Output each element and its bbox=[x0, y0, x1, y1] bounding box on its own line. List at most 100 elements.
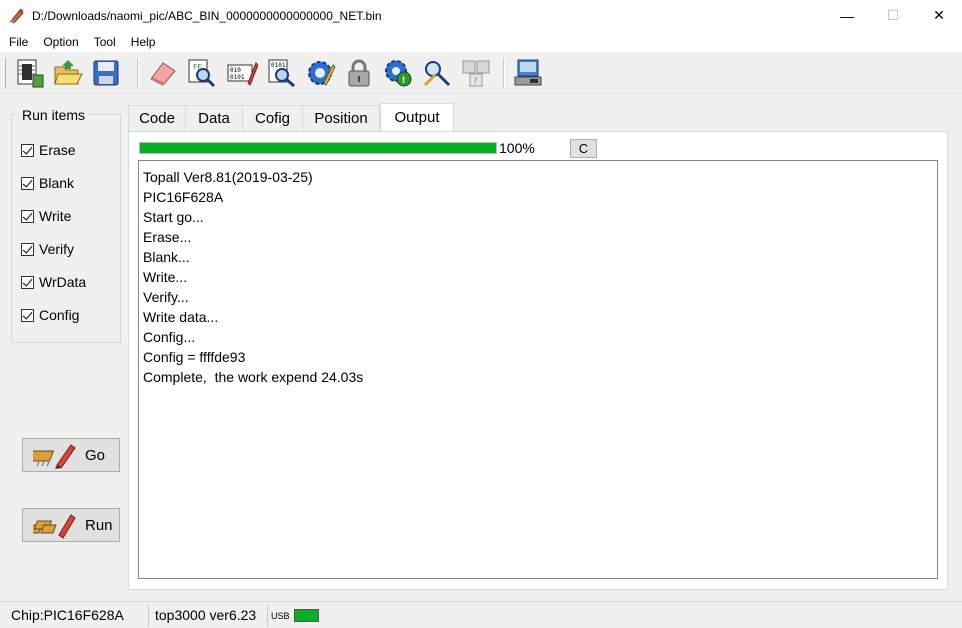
go-label: Go bbox=[85, 446, 106, 464]
maximize-button[interactable]: ☐ bbox=[870, 0, 916, 31]
app-icon bbox=[9, 8, 24, 24]
output-line: Erase... bbox=[143, 229, 192, 245]
output-line: Blank... bbox=[143, 249, 190, 265]
run-label: Run bbox=[85, 516, 113, 534]
blank-check-button[interactable]: FF bbox=[184, 56, 218, 90]
checkbox-config[interactable]: Config bbox=[21, 307, 79, 323]
checkbox-wrdata[interactable]: WrData bbox=[21, 274, 86, 290]
run-items-title: Run items bbox=[19, 107, 89, 123]
checkbox-box[interactable] bbox=[21, 242, 34, 256]
svg-text:010: 010 bbox=[230, 67, 241, 74]
auto-run-button[interactable]: ! bbox=[381, 56, 415, 90]
checkbox-box[interactable] bbox=[21, 209, 34, 223]
programmer-hardware-icon bbox=[514, 59, 542, 86]
chip-select-button[interactable] bbox=[12, 56, 46, 90]
device-ids-icon: ? bbox=[462, 60, 490, 87]
checkbox-label: Verify bbox=[39, 241, 75, 257]
chip-select-icon bbox=[17, 59, 44, 88]
verify-button[interactable]: 0101 bbox=[264, 56, 298, 90]
programmer-hardware-button[interactable] bbox=[511, 56, 545, 90]
config-gear-icon bbox=[308, 61, 336, 86]
output-line: Complete, the work expend 24.03s bbox=[143, 369, 364, 385]
open-button[interactable] bbox=[51, 56, 85, 90]
blank-check-icon: FF bbox=[188, 59, 216, 88]
close-button[interactable]: ✕ bbox=[916, 0, 962, 31]
toolbar: FF 010 0101 0101 ! ? bbox=[0, 52, 962, 94]
config-button[interactable] bbox=[303, 56, 337, 90]
lock-icon bbox=[348, 59, 370, 87]
svg-text:0101: 0101 bbox=[271, 62, 286, 69]
run-button[interactable]: Run bbox=[22, 508, 120, 542]
save-button[interactable] bbox=[89, 56, 123, 90]
menu-tool[interactable]: Tool bbox=[85, 35, 122, 49]
tab-code[interactable]: Code bbox=[128, 105, 185, 132]
svg-text:0101: 0101 bbox=[230, 74, 245, 81]
output-line: Config... bbox=[143, 329, 196, 345]
minimize-button[interactable]: — bbox=[824, 0, 870, 31]
tools-icon bbox=[423, 61, 451, 87]
checkbox-box[interactable] bbox=[21, 143, 34, 157]
status-separator bbox=[267, 605, 268, 626]
output-line: PIC16F628A bbox=[143, 189, 224, 205]
checkbox-box[interactable] bbox=[21, 308, 34, 322]
program-button[interactable]: 010 0101 bbox=[225, 56, 259, 90]
window-title: D:/Downloads/naomi_pic/ABC_BIN_000000000… bbox=[32, 8, 382, 23]
output-line: Verify... bbox=[143, 289, 189, 305]
status-bar: Chip:PIC16F628A top3000 ver6.23 USB bbox=[0, 601, 962, 628]
auto-run-icon: ! bbox=[385, 60, 412, 87]
tab-strip: Code Data Cofig Position Output bbox=[128, 103, 454, 132]
tab-output[interactable]: Output bbox=[380, 103, 454, 131]
svg-text:?: ? bbox=[473, 77, 478, 87]
output-log[interactable]: Topall Ver8.81(2019-03-25) PIC16F628A Star… bbox=[138, 160, 938, 579]
tab-cofig[interactable]: Cofig bbox=[242, 105, 302, 132]
checkbox-box[interactable] bbox=[21, 275, 34, 289]
menu-option[interactable]: Option bbox=[34, 35, 84, 49]
usb-status-indicator bbox=[294, 609, 319, 622]
menu-file[interactable]: File bbox=[0, 35, 34, 49]
save-disk-icon bbox=[93, 60, 119, 86]
menu-help[interactable]: Help bbox=[122, 35, 162, 49]
checkbox-erase[interactable]: Erase bbox=[21, 142, 76, 158]
open-folder-icon bbox=[54, 60, 83, 85]
eraser-icon bbox=[150, 62, 176, 86]
program-icon: 010 0101 bbox=[227, 62, 258, 86]
tab-data[interactable]: Data bbox=[185, 105, 242, 132]
svg-text:!: ! bbox=[402, 76, 406, 86]
checkbox-label: Config bbox=[39, 307, 80, 323]
erase-button[interactable] bbox=[146, 56, 180, 90]
checkbox-label: Blank bbox=[39, 175, 75, 191]
checkbox-write[interactable]: Write bbox=[21, 208, 71, 224]
output-line: Config = ffffde93 bbox=[143, 349, 246, 365]
clear-output-button[interactable]: C bbox=[570, 139, 597, 158]
output-line: Write... bbox=[143, 269, 188, 285]
menu-bar: File Option Tool Help bbox=[0, 31, 962, 52]
checkbox-verify[interactable]: Verify bbox=[21, 241, 74, 257]
run-chips-pen-icon bbox=[33, 514, 76, 539]
status-chip: Chip:PIC16F628A bbox=[11, 607, 124, 623]
checkbox-blank[interactable]: Blank bbox=[21, 175, 74, 191]
output-line: Start go... bbox=[143, 209, 204, 225]
checkbox-label: WrData bbox=[39, 274, 87, 290]
title-bar: D:/Downloads/naomi_pic/ABC_BIN_000000000… bbox=[0, 0, 962, 31]
progress-label: 100% bbox=[499, 140, 535, 156]
checkbox-box[interactable] bbox=[21, 176, 34, 190]
tools-button[interactable] bbox=[420, 56, 454, 90]
status-separator bbox=[148, 605, 149, 626]
progress-fill bbox=[140, 143, 496, 153]
output-line: Write data... bbox=[143, 309, 219, 325]
run-items-group: Run items Erase Blank Write Verify WrDat… bbox=[11, 107, 121, 343]
output-line: Topall Ver8.81(2019-03-25) bbox=[143, 169, 313, 185]
usb-label: USB bbox=[271, 611, 290, 621]
lock-button[interactable] bbox=[342, 56, 376, 90]
status-programmer: top3000 ver6.23 bbox=[155, 607, 257, 623]
go-button[interactable]: Go bbox=[22, 438, 120, 472]
checkbox-label: Write bbox=[39, 208, 72, 224]
checkbox-label: Erase bbox=[39, 142, 76, 158]
progress-bar bbox=[139, 142, 497, 154]
device-ids-button[interactable]: ? bbox=[459, 56, 493, 90]
go-chip-pen-icon bbox=[33, 444, 76, 469]
toolbar-separator bbox=[137, 58, 139, 88]
toolbar-grip[interactable] bbox=[3, 58, 6, 88]
tab-position[interactable]: Position bbox=[302, 105, 380, 132]
verify-icon: 0101 bbox=[268, 59, 295, 88]
